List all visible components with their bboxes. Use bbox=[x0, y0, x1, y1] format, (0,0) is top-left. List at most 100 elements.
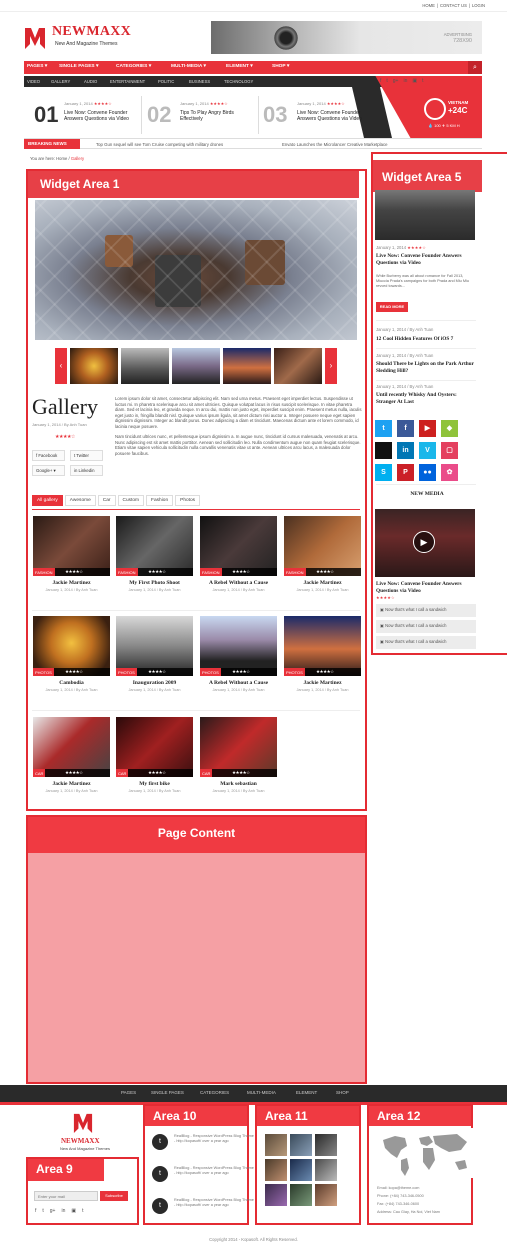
social-icon[interactable] bbox=[375, 442, 392, 459]
post-title[interactable]: Until recently Whisky And Oysters: Stran… bbox=[376, 392, 476, 405]
category-badge[interactable]: PHOTOS bbox=[284, 668, 305, 676]
flickr-icon[interactable]: ▣ bbox=[412, 78, 417, 84]
nav-categories[interactable]: CATEGORIES ▾ bbox=[116, 64, 151, 69]
tumblr-icon[interactable]: t bbox=[82, 1208, 83, 1214]
gallery-item[interactable]: FASHION ★★★★☆ A Rebel Without a Cause Janua… bbox=[200, 516, 277, 592]
footer-nav-categories[interactable]: CATEGORIES bbox=[200, 1090, 229, 1095]
twitter-icon[interactable]: t bbox=[386, 78, 387, 84]
linkedin-icon[interactable]: in bbox=[61, 1208, 65, 1214]
video-list-item[interactable]: ▣ Now that's what I call a sandwich bbox=[376, 604, 476, 617]
post-title[interactable]: Should There be Lights on the Park Arthu… bbox=[376, 361, 476, 374]
social-icon[interactable]: ◆ bbox=[441, 420, 458, 437]
footer-nav-element[interactable]: ELEMENT bbox=[296, 1090, 317, 1095]
gallery-item[interactable]: PHOTOS ★★★★☆ Inauguration 2009 January 1, 2… bbox=[116, 616, 193, 692]
gallery-item[interactable]: CAR ★★★★☆ Mark sebastian January 1, 2014 / … bbox=[200, 717, 277, 793]
footer-nav-multi-media[interactable]: MULTI-MEDIA bbox=[247, 1090, 276, 1095]
gallery-thumbnail[interactable]: PHOTOS ★★★★☆ bbox=[200, 616, 277, 676]
nav-pages[interactable]: PAGES ▾ bbox=[27, 64, 47, 69]
thumbnail[interactable] bbox=[223, 348, 271, 384]
social-icon[interactable]: ●● bbox=[419, 464, 436, 481]
contact-email[interactable]: Email: kopa@theme.com bbox=[377, 1186, 419, 1190]
flickr-photo[interactable] bbox=[265, 1184, 287, 1206]
breaking-item[interactable]: Envato Launches the Microlancer Creative… bbox=[282, 142, 388, 147]
subnav-entertainment[interactable]: ENTERTAINMENT bbox=[110, 79, 145, 84]
logo-icon[interactable] bbox=[24, 26, 46, 50]
flickr-photo[interactable] bbox=[290, 1159, 312, 1181]
ad-banner[interactable]: ADVERTISING 728X90 bbox=[211, 21, 482, 54]
gallery-thumbnail[interactable]: FASHION ★★★★☆ bbox=[284, 516, 361, 576]
gallery-thumbnail[interactable]: CAR ★★★★☆ bbox=[200, 717, 277, 777]
gallery-item-title[interactable]: Jackie Martinez bbox=[284, 680, 361, 686]
gallery-item-title[interactable]: Jackie Martinez bbox=[33, 781, 110, 787]
flickr-photo[interactable] bbox=[265, 1134, 287, 1156]
gallery-item-title[interactable]: My First Photo Shoot bbox=[116, 580, 193, 586]
gallery-item[interactable]: PHOTOS ★★★★☆ Jackie Martinez January 1, 201… bbox=[284, 616, 361, 692]
email-input[interactable]: Enter your mail bbox=[34, 1191, 98, 1201]
contact-link[interactable]: CONTACT US bbox=[440, 3, 467, 8]
flickr-photo[interactable] bbox=[290, 1184, 312, 1206]
tab-custom[interactable]: Custom bbox=[117, 495, 145, 506]
subnav-technology[interactable]: TECHNOLOGY bbox=[224, 79, 253, 84]
social-icon[interactable]: P bbox=[397, 464, 414, 481]
thumbnail[interactable] bbox=[70, 348, 118, 384]
gallery-item-title[interactable]: Jackie Martinez bbox=[284, 580, 361, 586]
gallery-item-title[interactable]: A Rebel Without a Cause bbox=[200, 680, 277, 686]
home-link[interactable]: HOME bbox=[422, 3, 435, 8]
category-badge[interactable]: CAR bbox=[116, 769, 129, 777]
googleplus-share-button[interactable]: Google+ ▾ bbox=[32, 465, 65, 476]
category-badge[interactable]: PHOTOS bbox=[116, 668, 137, 676]
twitter-icon[interactable]: t bbox=[42, 1208, 43, 1214]
gallery-item[interactable]: PHOTOS ★★★★☆ Cambodia January 1, 2014 / By … bbox=[33, 616, 110, 692]
gallery-item-title[interactable]: Cambodia bbox=[33, 680, 110, 686]
flickr-icon[interactable]: ▣ bbox=[71, 1208, 76, 1214]
gallery-item-title[interactable]: My first bike bbox=[116, 781, 193, 787]
chevron-left-icon[interactable]: ‹ bbox=[55, 348, 67, 384]
video-list-item[interactable]: ▣ Now that's what I call a sandwich bbox=[376, 620, 476, 633]
video-list-item[interactable]: ▣ Now that's what I call a sandwich bbox=[376, 636, 476, 649]
flickr-photo[interactable] bbox=[315, 1159, 337, 1181]
play-icon[interactable]: ▶ bbox=[413, 531, 435, 553]
headline-title[interactable]: Live Now: Convene Founder Answers Questi… bbox=[297, 110, 369, 122]
category-badge[interactable]: FASHION bbox=[116, 568, 138, 576]
flickr-photo[interactable] bbox=[265, 1159, 287, 1181]
facebook-share-button[interactable]: f Facebook bbox=[32, 450, 65, 461]
search-icon[interactable]: ⌕ bbox=[468, 61, 482, 74]
tab-all-gallery[interactable]: All gallery bbox=[32, 495, 63, 506]
gallery-item[interactable]: FASHION ★★★★☆ My First Photo Shoot January … bbox=[116, 516, 193, 592]
feature-image[interactable] bbox=[375, 190, 475, 240]
tweet-text[interactable]: RealBlog - Responsive WordPress Blog The… bbox=[174, 1198, 254, 1208]
tab-car[interactable]: Car bbox=[97, 495, 116, 506]
social-icon[interactable]: ✿ bbox=[441, 464, 458, 481]
footer-nav-single-pages[interactable]: SINGLE PAGES bbox=[151, 1090, 184, 1095]
gallery-thumbnail[interactable]: PHOTOS ★★★★☆ bbox=[33, 616, 110, 676]
social-icon[interactable]: t bbox=[375, 420, 392, 437]
category-badge[interactable]: CAR bbox=[200, 769, 213, 777]
gallery-item[interactable]: CAR ★★★★☆ My first bike January 1, 2014 / B… bbox=[116, 717, 193, 793]
subnav-gallery[interactable]: GALLERY bbox=[51, 79, 70, 84]
tab-awesome[interactable]: Awesome bbox=[64, 495, 96, 506]
nav-single-pages[interactable]: SINGLE PAGES ▾ bbox=[59, 64, 98, 69]
flickr-photo[interactable] bbox=[315, 1134, 337, 1156]
social-icon[interactable]: ▢ bbox=[441, 442, 458, 459]
tweet-text[interactable]: RealBlog - Responsive WordPress Blog The… bbox=[174, 1166, 254, 1176]
video-title[interactable]: Live Now: Convene Founder Answers Questi… bbox=[376, 581, 476, 594]
social-icon[interactable]: f bbox=[397, 420, 414, 437]
gallery-thumbnail[interactable]: PHOTOS ★★★★☆ bbox=[284, 616, 361, 676]
gallery-item[interactable]: PHOTOS ★★★★☆ A Rebel Without a Cause Januar… bbox=[200, 616, 277, 692]
tab-fashion[interactable]: Fashion bbox=[146, 495, 174, 506]
twitter-share-button[interactable]: t Twitter bbox=[70, 450, 103, 461]
social-icon[interactable]: V bbox=[419, 442, 436, 459]
footer-nav-shop[interactable]: SHOP bbox=[336, 1090, 349, 1095]
headline-title[interactable]: Live Now: Convene Founder Answers Questi… bbox=[64, 110, 136, 122]
social-icon[interactable]: ▶ bbox=[419, 420, 436, 437]
nav-element[interactable]: ELEMENT ▾ bbox=[226, 64, 253, 69]
googleplus-icon[interactable]: g+ bbox=[50, 1208, 56, 1214]
thumbnail[interactable] bbox=[121, 348, 169, 384]
subnav-audio[interactable]: AUDIO bbox=[84, 79, 97, 84]
gallery-thumbnail[interactable]: FASHION ★★★★☆ bbox=[200, 516, 277, 576]
post-title[interactable]: 12 Cool Hidden Features Of iOS 7 bbox=[376, 336, 476, 343]
thumbnail[interactable] bbox=[172, 348, 220, 384]
flickr-photo[interactable] bbox=[315, 1184, 337, 1206]
gallery-item-title[interactable]: Mark sebastian bbox=[200, 781, 277, 787]
linkedin-share-button[interactable]: in Linkedin bbox=[70, 465, 103, 476]
